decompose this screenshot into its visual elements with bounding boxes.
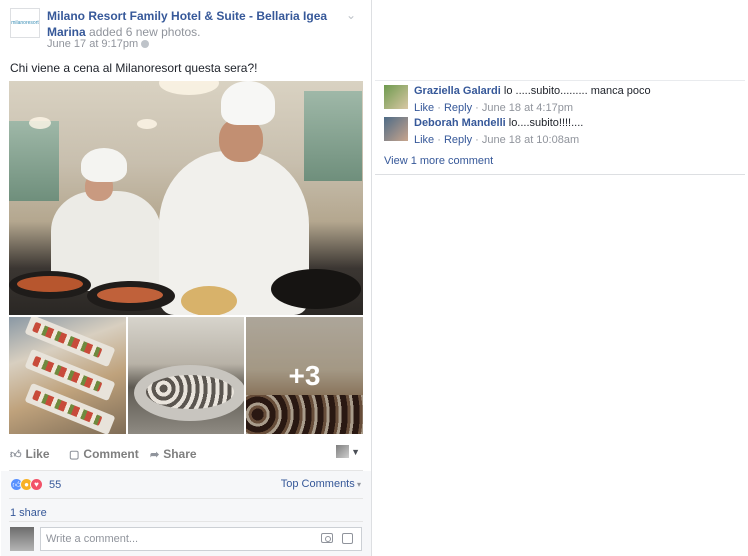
- photo-detail: [134, 365, 244, 421]
- photo-detail: [81, 148, 127, 182]
- caret-down-icon: ▾: [354, 480, 361, 489]
- like-button[interactable]: 👍︎ Like: [10, 447, 50, 461]
- comments-panel: Graziella Galardi lo .....subito........…: [375, 80, 745, 175]
- share-icon: ➦: [150, 448, 160, 461]
- page-logo: milanoresort: [11, 20, 39, 26]
- view-more-comments-link[interactable]: View 1 more comment: [384, 155, 493, 167]
- comment-reply-link[interactable]: Reply: [444, 134, 472, 146]
- feed-post: milanoresort Milano Resort Family Hotel …: [0, 0, 372, 556]
- comment-time[interactable]: June 18 at 10:08am: [482, 134, 579, 146]
- avatar: [10, 527, 34, 551]
- post-timestamp: June 17 at 9:17pm: [47, 38, 150, 50]
- post-message: Chi viene a cena al Milanoresort questa …: [10, 61, 258, 75]
- photo-detail: [29, 117, 51, 129]
- like-label: Like: [25, 447, 50, 461]
- camera-icon[interactable]: [321, 533, 333, 543]
- comment-input[interactable]: [41, 528, 311, 550]
- comment-body: Deborah Mandelli lo....subito!!!!.... Li…: [414, 117, 734, 147]
- top-comments-label: Top Comments: [280, 478, 355, 490]
- photo-grid: +3: [9, 317, 363, 434]
- commenter-name-link[interactable]: Graziella Galardi: [414, 85, 501, 97]
- post-actions: 👍︎ Like ▢ Comment ➦ Share ▼: [10, 445, 362, 465]
- share-button[interactable]: ➦ Share: [150, 447, 197, 461]
- photo-detail: [221, 81, 275, 125]
- photo-detail: [9, 121, 59, 201]
- photo-detail: [137, 119, 157, 129]
- photo-thumb[interactable]: [128, 317, 244, 434]
- comment-time[interactable]: June 18 at 4:17pm: [482, 102, 573, 114]
- divider: [9, 498, 363, 499]
- comment-body: Graziella Galardi lo .....subito........…: [414, 85, 734, 115]
- comment-meta: Like · Reply · June 18 at 4:17pm: [414, 102, 573, 114]
- reactions-summary[interactable]: 👍︎ ● ♥ 55: [10, 478, 61, 491]
- page-avatar[interactable]: milanoresort: [10, 8, 40, 38]
- photo-detail: [304, 91, 362, 181]
- chevron-down-icon[interactable]: ⌄: [346, 8, 356, 22]
- comment-like-link[interactable]: Like: [414, 102, 434, 114]
- comment-text: lo .....subito......... manca poco: [503, 85, 651, 97]
- main-photo[interactable]: [9, 81, 363, 315]
- caret-down-icon: ▼: [351, 446, 360, 457]
- photo-detail: [271, 269, 361, 309]
- more-photos-count: +3: [246, 317, 363, 434]
- photo-thumb-more[interactable]: +3: [246, 317, 363, 434]
- avatar: [336, 445, 350, 458]
- avatar[interactable]: [384, 117, 408, 141]
- post-as-selector[interactable]: ▼: [336, 445, 360, 458]
- photo-detail: [9, 271, 91, 299]
- comment-composer: [40, 527, 362, 551]
- photo-detail: [87, 281, 175, 311]
- comment-meta: Like · Reply · June 18 at 10:08am: [414, 134, 580, 146]
- photo-thumb[interactable]: [9, 317, 126, 434]
- comment-label: Comment: [83, 447, 139, 461]
- comment-icon: ▢: [69, 448, 80, 461]
- comment-button[interactable]: ▢ Comment: [69, 447, 139, 461]
- comment-like-link[interactable]: Like: [414, 134, 434, 146]
- like-icon: 👍︎: [10, 448, 22, 461]
- avatar[interactable]: [384, 85, 408, 109]
- post-time-link[interactable]: June 17 at 9:17pm: [47, 38, 138, 50]
- commenter-name-link[interactable]: Deborah Mandelli: [414, 117, 506, 129]
- post-header-text: Milano Resort Family Hotel & Suite - Bel…: [47, 8, 347, 40]
- shares-count-link[interactable]: 1 share: [10, 507, 47, 519]
- share-label: Share: [163, 447, 197, 461]
- love-reaction-icon: ♥: [30, 478, 43, 491]
- comment-reply-link[interactable]: Reply: [444, 102, 472, 114]
- post-activity: added 6 new photos.: [89, 25, 201, 39]
- globe-icon: [141, 40, 150, 49]
- comment-text: lo....subito!!!!....: [508, 117, 584, 129]
- photo-detail: [159, 81, 219, 95]
- post-header: milanoresort Milano Resort Family Hotel …: [10, 8, 362, 52]
- divider: [9, 521, 363, 522]
- reaction-count: 55: [49, 478, 62, 491]
- sticker-icon[interactable]: [342, 533, 353, 544]
- top-comments-selector[interactable]: Top Comments ▾: [281, 478, 361, 490]
- photo-detail: [181, 286, 237, 315]
